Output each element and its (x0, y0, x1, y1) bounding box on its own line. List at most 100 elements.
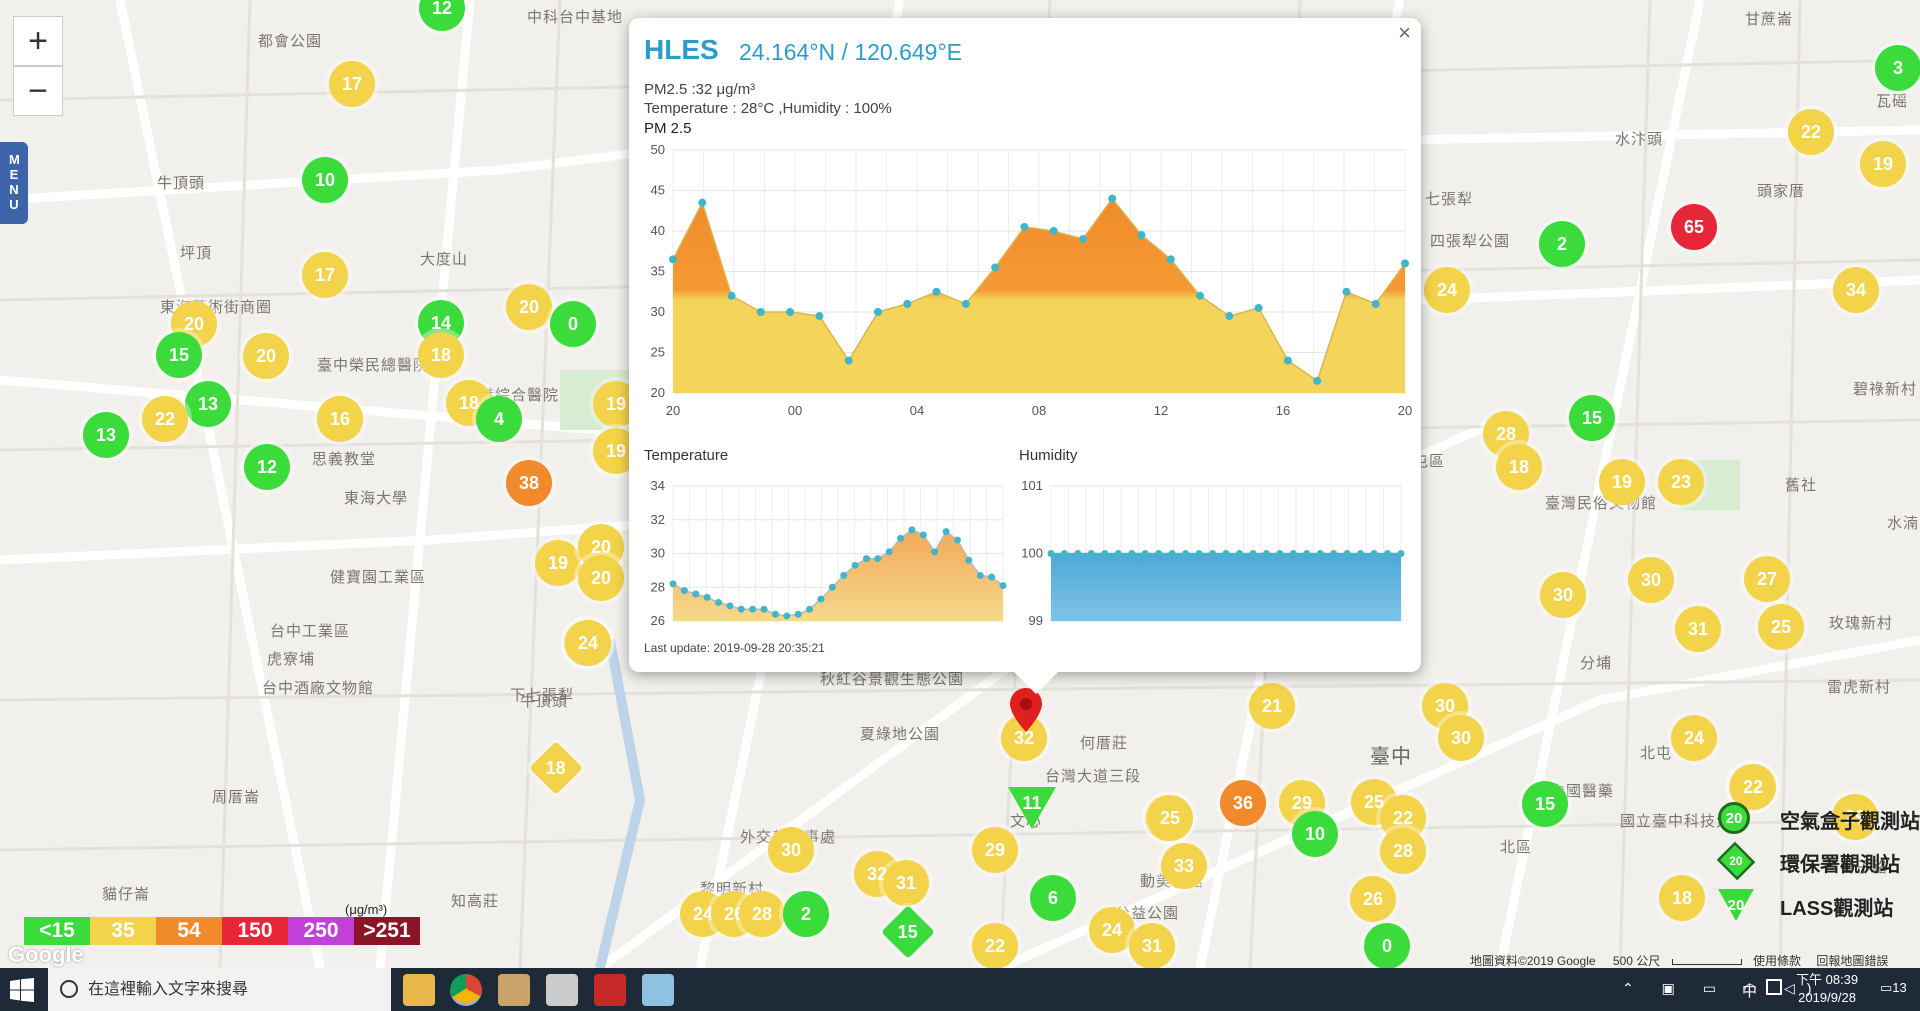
station-marker[interactable]: 20 (506, 284, 552, 330)
marker-value: 30 (780, 839, 802, 860)
station-marker[interactable]: 65 (1671, 204, 1717, 250)
chrome-icon[interactable] (450, 974, 482, 1006)
station-marker[interactable]: 10 (302, 157, 348, 203)
station-marker[interactable]: 23 (1658, 459, 1704, 505)
app-icon[interactable] (498, 974, 530, 1006)
menu-tab[interactable]: MENU (0, 142, 28, 224)
station-marker[interactable]: 17 (329, 61, 375, 107)
clock-date: 2019/9/28 (1798, 990, 1856, 1005)
station-marker[interactable]: 30 (1628, 557, 1674, 603)
station-marker[interactable]: 4 (476, 396, 522, 442)
station-marker[interactable]: 12 (244, 444, 290, 490)
data-point (1078, 235, 1087, 244)
station-marker[interactable]: 19 (535, 540, 581, 586)
notification-center[interactable]: ▭13 (1880, 980, 1907, 996)
marker-value: 16 (329, 408, 351, 429)
station-marker[interactable]: 22 (972, 923, 1018, 969)
station-marker[interactable]: 22 (1788, 109, 1834, 155)
marker-value: 34 (1845, 279, 1867, 300)
windows-start-icon[interactable] (10, 978, 34, 1002)
paint-icon[interactable] (546, 974, 578, 1006)
station-marker[interactable]: 15 (1522, 781, 1568, 827)
station-marker[interactable]: 13 (83, 412, 129, 458)
station-marker[interactable]: 19 (1860, 141, 1906, 187)
station-marker[interactable]: 34 (1833, 267, 1879, 313)
station-marker[interactable]: 31 (883, 860, 929, 906)
data-point (1370, 550, 1378, 557)
data-point (1114, 550, 1122, 557)
station-marker[interactable]: 3 (1875, 45, 1920, 91)
station-marker[interactable]: 33 (1161, 843, 1207, 889)
data-point (1209, 550, 1217, 557)
y-tick-label: 34 (651, 478, 665, 493)
terms-link[interactable]: 使用條款 (1753, 954, 1801, 968)
station-marker[interactable]: 18 (1659, 875, 1705, 921)
station-marker[interactable]: 30 (1438, 715, 1484, 761)
station-marker[interactable]: 21 (1249, 683, 1295, 729)
marker-value: 27 (1756, 568, 1778, 589)
map-place-label: 甘蔗崙 (1745, 11, 1794, 28)
station-marker[interactable]: 36 (1220, 780, 1266, 826)
station-marker[interactable]: 25 (1758, 604, 1804, 650)
marker-value: 30 (1450, 727, 1472, 748)
app-blue-icon[interactable] (642, 974, 674, 1006)
station-marker[interactable]: 2 (783, 891, 829, 937)
station-marker[interactable]: 13 (185, 381, 231, 427)
data-point (1330, 550, 1338, 557)
data-point (1283, 356, 1292, 365)
file-explorer-icon[interactable] (403, 974, 435, 1006)
data-point (1141, 550, 1149, 557)
taskbar-search-input[interactable]: 在這裡輸入文字來搜尋 (48, 968, 391, 1011)
station-marker[interactable]: 20 (578, 555, 624, 601)
station-marker[interactable]: 31 (1129, 923, 1175, 969)
x-tick-label: 08 (1032, 403, 1046, 418)
selected-location-pin[interactable] (1010, 688, 1042, 732)
station-marker[interactable]: 38 (506, 460, 552, 506)
station-marker[interactable]: 6 (1030, 875, 1076, 921)
zoom-in-button[interactable]: + (13, 16, 63, 66)
station-marker[interactable]: 28 (739, 891, 785, 937)
station-marker[interactable]: 10 (1292, 811, 1338, 857)
station-marker[interactable]: 18 (418, 332, 464, 378)
station-marker[interactable]: 29 (972, 827, 1018, 873)
app-red-icon[interactable] (594, 974, 626, 1006)
station-marker[interactable]: 19 (1599, 459, 1645, 505)
data-point (1384, 550, 1392, 557)
station-marker[interactable]: 27 (1744, 556, 1790, 602)
report-error-link[interactable]: 回報地圖錯誤 (1816, 954, 1888, 968)
station-marker[interactable]: 24 (565, 620, 611, 666)
station-marker[interactable]: 2 (1539, 221, 1585, 267)
station-marker[interactable]: 24 (1671, 715, 1717, 761)
station-marker[interactable]: 15 (156, 332, 202, 378)
marker-value: 13 (95, 424, 117, 445)
station-marker[interactable]: 28 (1380, 828, 1426, 874)
marker-value: 29 (984, 839, 1006, 860)
ime-mode-icon[interactable] (1766, 979, 1782, 995)
station-marker[interactable]: 18 (1496, 444, 1542, 490)
station-marker[interactable]: 31 (1675, 606, 1721, 652)
data-point (1108, 194, 1117, 203)
ime-indicator[interactable]: 中 (1742, 980, 1757, 1001)
system-tray-icons[interactable]: ⌃ ▣ ▭ ◠ ◁) (1622, 980, 1823, 997)
close-icon[interactable]: × (1398, 20, 1411, 46)
station-marker[interactable]: 15 (1569, 395, 1615, 441)
station-marker[interactable]: 0 (1364, 923, 1410, 969)
map-place-label: 舊社 (1785, 477, 1818, 494)
clock[interactable]: 下午 08:39 2019/9/28 (1796, 971, 1858, 1007)
station-marker[interactable]: 25 (1147, 795, 1193, 841)
station-marker[interactable]: 24 (1424, 267, 1470, 313)
station-marker[interactable]: 17 (302, 252, 348, 298)
zoom-out-button[interactable]: − (13, 66, 63, 116)
station-marker[interactable]: 16 (317, 396, 363, 442)
map-place-label: 碧祿新村 (1853, 381, 1918, 398)
data-point (1060, 550, 1068, 557)
station-marker[interactable]: 30 (1540, 572, 1586, 618)
marker-value: 19 (1611, 471, 1633, 492)
station-marker[interactable]: 22 (142, 396, 188, 442)
station-marker[interactable]: 0 (550, 301, 596, 347)
station-marker[interactable]: 30 (768, 827, 814, 873)
station-marker[interactable]: 11 (1008, 787, 1056, 829)
station-marker[interactable]: 26 (1350, 876, 1396, 922)
station-marker[interactable]: 20 (243, 333, 289, 379)
data-point (1303, 550, 1311, 557)
